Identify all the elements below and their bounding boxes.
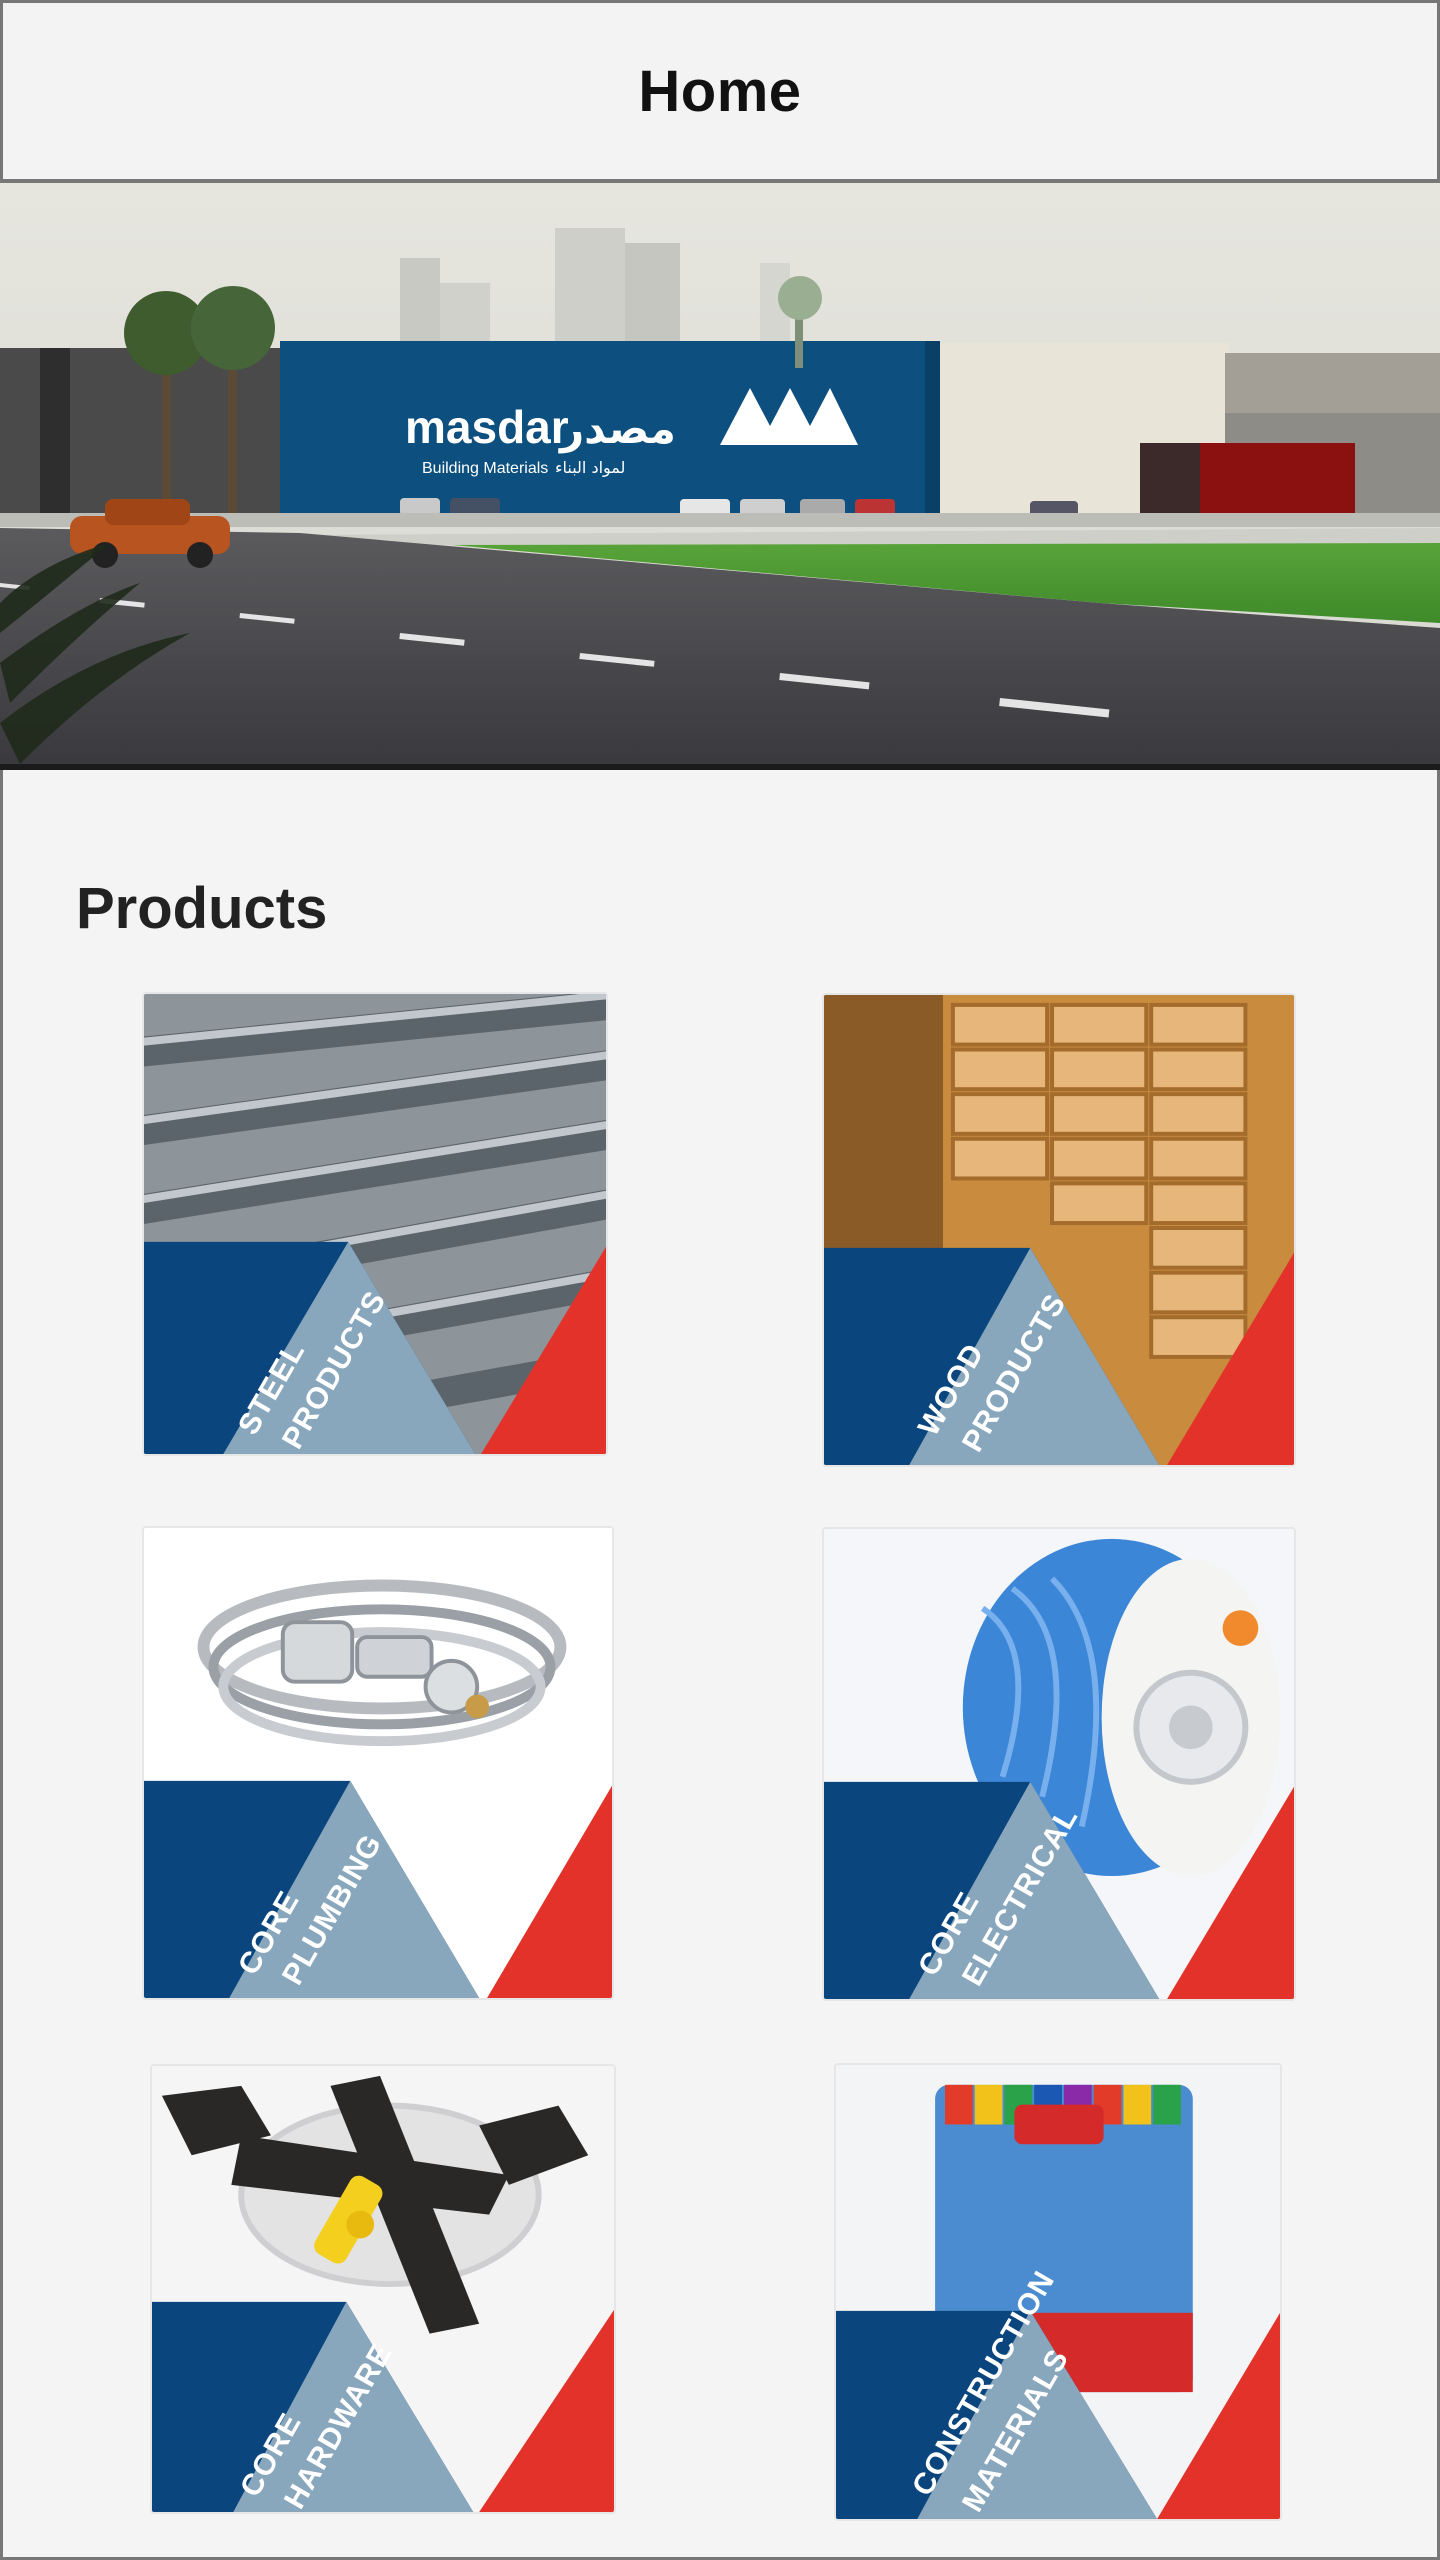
- product-card-wood[interactable]: WOOD PRODUCTS: [822, 993, 1296, 1467]
- steel-rebar-image: [144, 994, 606, 1454]
- construction-paint-bucket-image: [836, 2065, 1280, 2519]
- product-card-plumbing[interactable]: CORE PLUMBING: [142, 1526, 614, 2000]
- brand-tagline-arabic: لمواد البناء: [555, 458, 625, 478]
- brand-arabic: مصدر: [558, 404, 676, 453]
- brand-tagline-latin: Building Materials: [422, 460, 548, 477]
- products-section-title: Products: [76, 876, 328, 941]
- electrical-cable-image: [824, 1529, 1294, 1999]
- product-card-steel[interactable]: STEEL PRODUCTS: [142, 992, 608, 1456]
- brand-latin: masdar: [405, 401, 569, 453]
- wood-lumber-image: [824, 995, 1294, 1465]
- hardware-tape-measure-image: [152, 2066, 614, 2512]
- top-app-bar: Home: [0, 0, 1440, 183]
- page-title: Home: [638, 58, 802, 124]
- product-card-construction-materials[interactable]: CONSTRUCTION MATERIALS: [834, 2063, 1282, 2521]
- plumbing-hose-image: [144, 1528, 612, 1998]
- product-card-electrical[interactable]: CORE ELECTRICAL: [822, 1527, 1296, 2001]
- hero-banner: masdar مصدر Building Materials لمواد الب…: [0, 183, 1440, 770]
- product-card-hardware[interactable]: CORE HARDWARE: [150, 2064, 616, 2514]
